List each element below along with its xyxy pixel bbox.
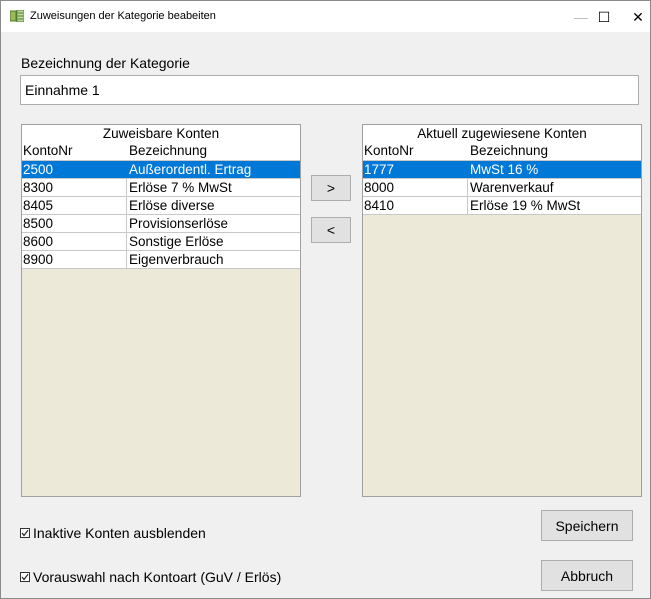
list-item[interactable]: 8500 Provisionserlöse [22,214,300,232]
save-button[interactable]: Speichern [541,510,633,541]
account-name: Erlöse 19 % MwSt [467,197,641,214]
column-header-bezeichnung[interactable]: Bezeichnung [129,142,207,160]
column-headers: KontoNr Bezeichnung [22,142,300,160]
assigned-accounts-list[interactable]: Aktuell zugewiesene Konten KontoNr Bezei… [362,124,642,497]
column-header-kontonr[interactable]: KontoNr [364,142,414,160]
list-item[interactable]: 1777 MwSt 16 % [363,160,641,178]
list-item[interactable]: 8410 Erlöse 19 % MwSt [363,196,641,215]
list-title: Zuweisbare Konten [102,126,220,141]
account-name: Außerordentl. Ertrag [126,161,300,178]
list-item[interactable]: 8000 Warenverkauf [363,178,641,196]
account-number: 8900 [23,252,54,267]
account-name: Warenverkauf [467,179,641,196]
list-item[interactable]: 2500 Außerordentl. Ertrag [22,160,300,178]
list-item[interactable]: 8900 Eigenverbrauch [22,250,300,269]
account-number: 8600 [23,234,54,249]
account-number: 8410 [364,198,395,213]
preselect-by-type-label: Vorauswahl nach Kontoart (GuV / Erlös) [33,569,282,585]
account-number: 8300 [23,180,54,195]
account-number: 8000 [364,180,395,195]
list-item[interactable]: 8600 Sonstige Erlöse [22,232,300,250]
hide-inactive-checkbox[interactable]: Inaktive Konten ausblenden [20,525,206,541]
column-header-kontonr[interactable]: KontoNr [23,142,73,160]
list-header: Aktuell zugewiesene Konten KontoNr Bezei… [363,125,641,160]
maximize-icon: ☐ [597,8,611,25]
preselect-by-type-checkbox[interactable]: Vorauswahl nach Kontoart (GuV / Erlös) [20,569,281,585]
column-header-bezeichnung[interactable]: Bezeichnung [470,142,548,160]
column-headers: KontoNr Bezeichnung [363,142,641,160]
account-number: 1777 [364,162,395,177]
category-label: Bezeichnung der Kategorie [21,55,190,71]
unassign-account-button[interactable]: < [311,217,351,243]
checkbox-checked-icon [20,572,30,582]
account-name: MwSt 16 % [467,161,641,178]
account-number: 8405 [23,198,54,213]
window-title: Zuweisungen der Kategorie beabeiten [30,10,216,22]
list-item[interactable]: 8300 Erlöse 7 % MwSt [22,178,300,196]
list-header: Zuweisbare Konten KontoNr Bezeichnung [22,125,300,160]
list-item[interactable]: 8405 Erlöse diverse [22,196,300,214]
close-icon: ✕ [632,8,644,25]
assignable-accounts-list[interactable]: Zuweisbare Konten KontoNr Bezeichnung 25… [21,124,301,497]
cancel-button[interactable]: Abbruch [541,560,633,591]
title-bar[interactable]: Zuweisungen der Kategorie beabeiten — ☐ … [1,1,650,32]
app-icon [10,10,24,22]
maximize-button[interactable]: ☐ [581,1,627,32]
hide-inactive-label: Inaktive Konten ausblenden [33,525,206,541]
category-name-input[interactable] [20,75,639,105]
account-name: Eigenverbrauch [126,251,300,268]
account-name: Erlöse diverse [126,197,300,214]
close-button[interactable]: ✕ [626,1,650,32]
account-name: Provisionserlöse [126,215,300,232]
checkbox-checked-icon [20,528,30,538]
dialog-window: Zuweisungen der Kategorie beabeiten — ☐ … [0,0,651,599]
account-number: 2500 [23,162,54,177]
assign-account-button[interactable]: > [311,175,351,201]
list-title: Aktuell zugewiesene Konten [417,126,587,141]
account-number: 8500 [23,216,54,231]
account-name: Erlöse 7 % MwSt [126,179,300,196]
account-name: Sonstige Erlöse [126,233,300,250]
